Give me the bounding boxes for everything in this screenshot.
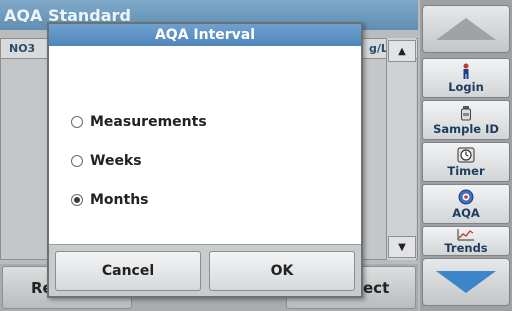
- dialog-body: Measurements Weeks Months: [49, 46, 361, 246]
- list-scrollbar[interactable]: ▲ ▼: [386, 38, 416, 260]
- trends-icon: [457, 227, 475, 241]
- sample-id-button[interactable]: Sample ID: [422, 100, 510, 140]
- trends-label: Trends: [444, 241, 488, 255]
- sample-id-label: Sample ID: [433, 121, 499, 136]
- radio-months[interactable]: [71, 194, 83, 206]
- option-measurements-label: Measurements: [90, 114, 207, 130]
- option-months-label: Months: [90, 192, 149, 208]
- arrow-down-icon: [436, 271, 496, 293]
- option-weeks-label: Weeks: [90, 153, 142, 169]
- radio-measurements[interactable]: [71, 116, 83, 128]
- login-label: Login: [448, 79, 484, 94]
- arrow-up-icon: [436, 18, 496, 40]
- aqa-interval-dialog: AQA Interval Measurements Weeks Months C…: [47, 22, 363, 298]
- dialog-title: AQA Interval: [49, 24, 361, 46]
- trends-button[interactable]: Trends: [422, 226, 510, 256]
- side-panel: Login Sample ID Timer AQA Trends: [420, 0, 512, 311]
- aqa-label: AQA: [452, 205, 480, 220]
- person-icon: [460, 63, 472, 80]
- aqa-icon: [458, 189, 474, 206]
- timer-icon: [457, 147, 475, 164]
- option-measurements[interactable]: Measurements: [71, 114, 207, 130]
- scroll-down-button[interactable]: ▼: [388, 236, 416, 258]
- nav-down-button[interactable]: [422, 258, 510, 306]
- background-right-button-label: ect: [363, 278, 390, 297]
- scroll-up-button[interactable]: ▲: [388, 40, 416, 62]
- radio-weeks[interactable]: [71, 155, 83, 167]
- nav-up-button[interactable]: [422, 5, 510, 53]
- option-months[interactable]: Months: [71, 192, 149, 208]
- timer-label: Timer: [447, 163, 485, 178]
- cancel-button-label: Cancel: [101, 263, 155, 279]
- timer-button[interactable]: Timer: [422, 142, 510, 182]
- list-column-sample: NO3: [9, 42, 36, 55]
- ok-button[interactable]: OK: [209, 251, 355, 291]
- sample-bottle-icon: [460, 105, 472, 122]
- dialog-footer: Cancel OK: [49, 244, 361, 296]
- option-weeks[interactable]: Weeks: [71, 153, 142, 169]
- aqa-button[interactable]: AQA: [422, 184, 510, 224]
- background-title: AQA Standard: [4, 6, 131, 22]
- cancel-button[interactable]: Cancel: [55, 251, 201, 291]
- ok-button-label: OK: [270, 263, 294, 279]
- login-button[interactable]: Login: [422, 58, 510, 98]
